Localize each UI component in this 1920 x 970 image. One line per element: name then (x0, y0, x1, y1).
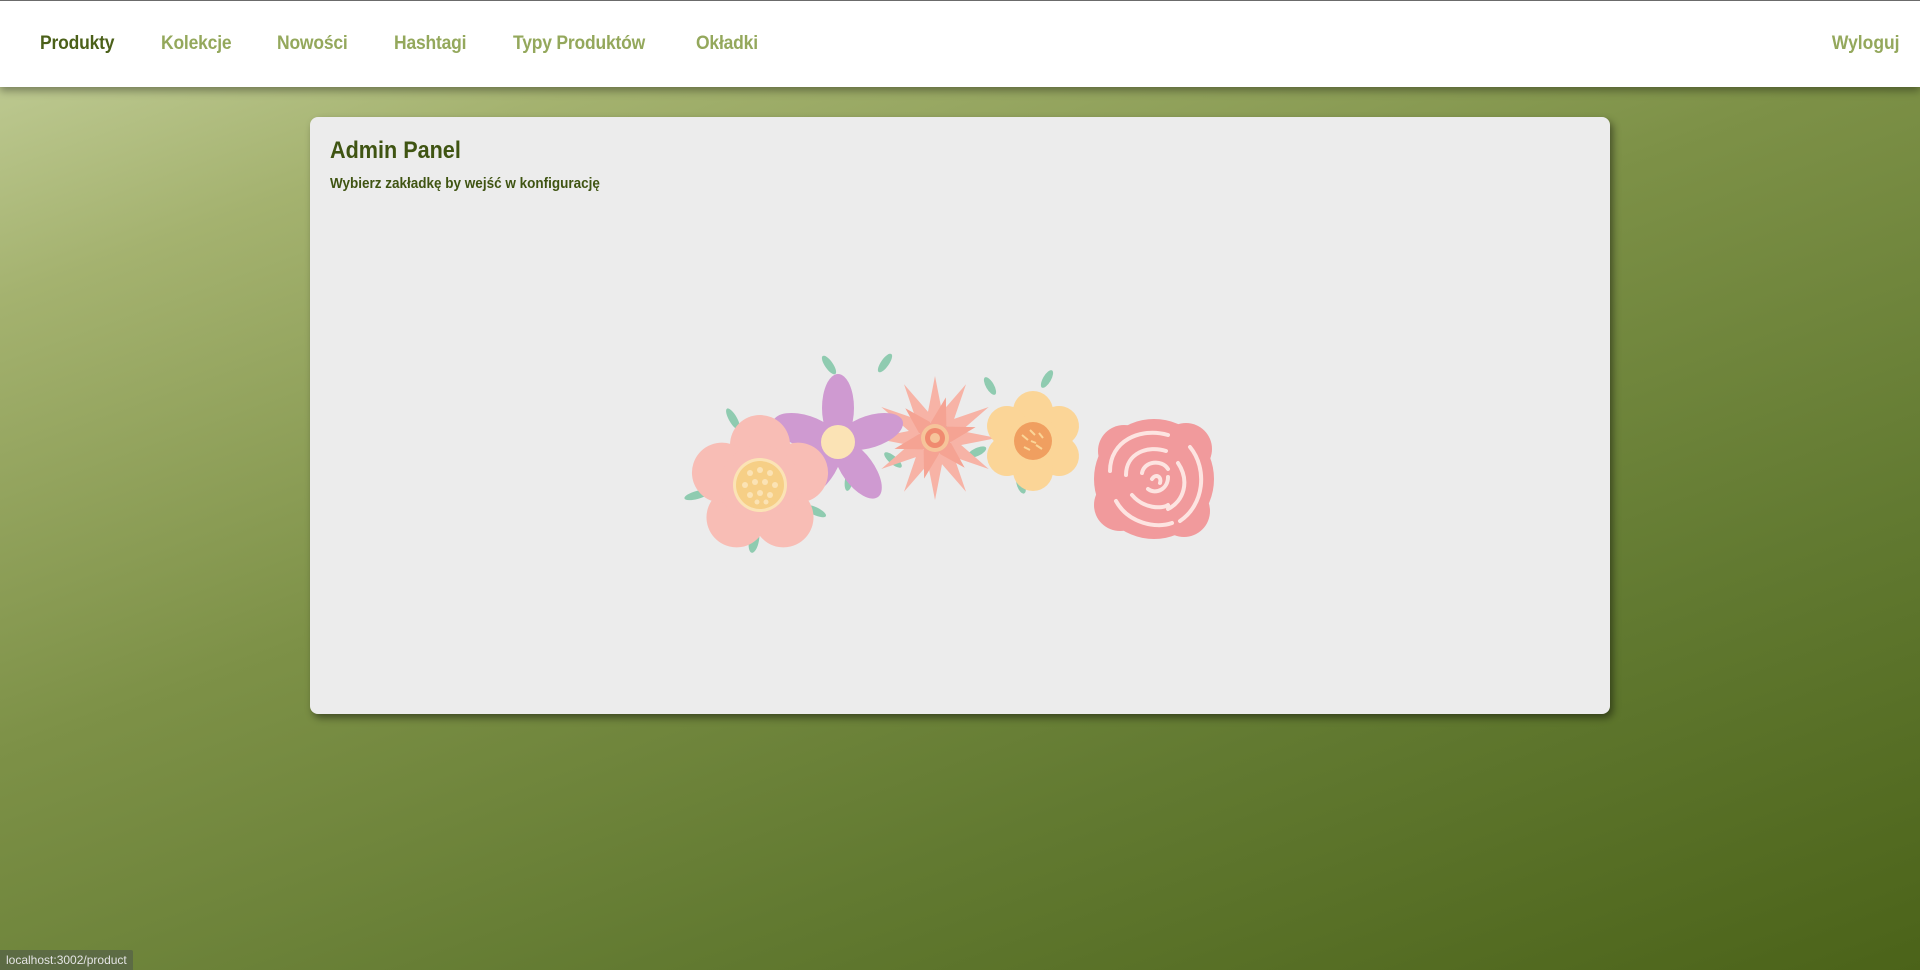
page-subtitle: Wybierz zakładkę by wejść w konfigurację (330, 175, 600, 192)
top-navbar: Produkty Kolekcje Nowości Hashtagi Typy … (0, 0, 1920, 87)
nav-item-nowosci[interactable]: Nowości (277, 33, 348, 55)
nav-item-hashtagi[interactable]: Hashtagi (394, 33, 467, 55)
rose-flower (1094, 419, 1214, 539)
flowers-illustration (684, 353, 1214, 553)
admin-panel-card: Admin Panel Wybierz zakładkę by wejść w … (310, 117, 1610, 714)
logout-button[interactable]: Wyloguj (1832, 1, 1900, 87)
nav-item-produkty[interactable]: Produkty (40, 33, 114, 55)
nav-item-kolekcje[interactable]: Kolekcje (161, 33, 232, 55)
main-nav: Produkty Kolekcje Nowości Hashtagi Typy … (40, 1, 804, 87)
browser-status-bar: localhost:3002/product (0, 950, 133, 970)
page-title: Admin Panel (330, 137, 461, 164)
nav-item-okladki[interactable]: Okładki (696, 33, 758, 55)
yellow-flower (987, 391, 1079, 491)
nav-item-typy-produktow[interactable]: Typy Produktów (513, 33, 645, 55)
